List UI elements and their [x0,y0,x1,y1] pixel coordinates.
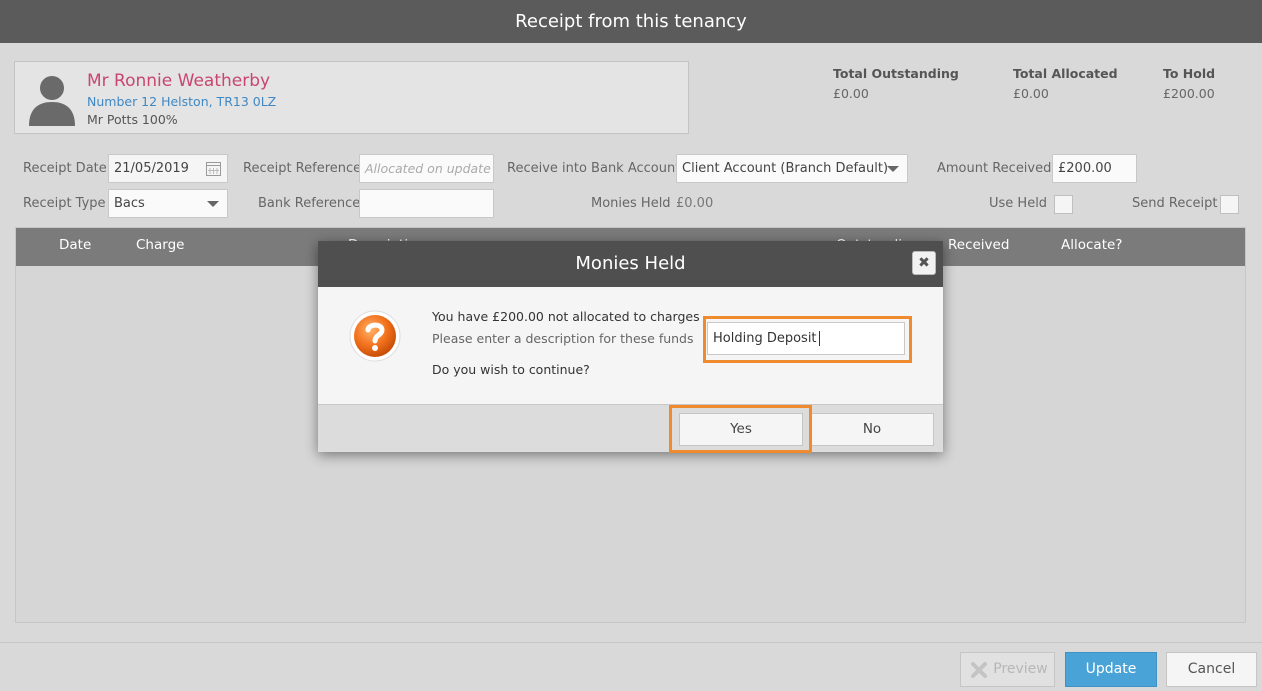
to-hold: To Hold £200.00 [1163,66,1215,101]
preview-x-icon [971,662,987,678]
total-outstanding: Total Outstanding £0.00 [833,66,959,101]
description-prompt: Please enter a description for these fun… [432,331,694,346]
calendar-icon[interactable] [205,160,222,177]
send-receipt-label: Send Receipt [1132,196,1218,211]
funds-description-value: Holding Deposit [713,331,817,346]
user-avatar-icon [29,76,75,126]
receipt-date-label: Receipt Date [23,161,107,176]
receipt-reference-field[interactable]: Allocated on update [359,154,494,183]
monies-held-label: Monies Held [591,196,671,211]
text-cursor [818,331,820,346]
dialog-title: Monies Held [318,241,943,287]
to-hold-value: £200.00 [1163,86,1215,101]
chevron-down-icon [887,166,899,172]
total-outstanding-label: Total Outstanding [833,66,959,81]
chevron-down-icon [207,201,219,207]
bank-account-value: Client Account (Branch Default) [682,161,889,176]
receipt-type-select[interactable]: Bacs [108,189,228,218]
column-charge[interactable]: Charge [136,237,184,253]
bank-reference-label: Bank Reference [258,196,361,211]
bank-account-label: Receive into Bank Account [507,161,681,176]
preview-label: Preview [993,661,1048,677]
receipt-type-label: Receipt Type [23,196,106,211]
amount-received-label: Amount Received [937,161,1052,176]
amount-received-field[interactable]: £200.00 [1052,154,1137,183]
amount-received-value: £200.00 [1058,161,1112,176]
receipt-reference-label: Receipt Reference [243,161,362,176]
tenant-name[interactable]: Mr Ronnie Weatherby [87,71,270,91]
yes-highlight [669,405,812,453]
column-allocate[interactable]: Allocate? [1061,237,1122,253]
receipt-type-value: Bacs [114,196,145,211]
continue-question: Do you wish to continue? [432,362,590,377]
no-button[interactable]: No [810,413,934,446]
cancel-button[interactable]: Cancel [1166,652,1257,687]
preview-button[interactable]: Preview [960,652,1055,687]
column-received[interactable]: Received [948,237,1009,253]
close-icon[interactable]: ✖ [912,251,936,275]
receipt-date-value: 21/05/2019 [114,161,189,176]
tenant-landlord: Mr Potts 100% [87,112,178,127]
receipt-date-field[interactable]: 21/05/2019 [108,154,228,183]
total-allocated-value: £0.00 [1013,86,1049,101]
tenant-card: Mr Ronnie Weatherby Number 12 Helston, T… [14,61,689,134]
total-allocated: Total Allocated £0.00 [1013,66,1118,101]
column-date[interactable]: Date [59,237,91,253]
total-allocated-label: Total Allocated [1013,66,1118,81]
total-outstanding-value: £0.00 [833,86,869,101]
update-button[interactable]: Update [1065,652,1157,687]
receipt-reference-placeholder: Allocated on update [365,161,491,176]
use-held-checkbox[interactable] [1054,195,1073,214]
window-title: Receipt from this tenancy [0,0,1262,43]
funds-description-input[interactable]: Holding Deposit [707,322,905,355]
monies-held-dialog: Monies Held ✖ You have £200.00 not alloc… [318,241,943,453]
dialog-footer: Yes No [318,404,943,452]
use-held-label: Use Held [989,196,1048,211]
send-receipt-checkbox[interactable] [1220,195,1239,214]
bank-account-select[interactable]: Client Account (Branch Default) [676,154,908,183]
monies-held-value: £0.00 [676,196,714,211]
tenant-address[interactable]: Number 12 Helston, TR13 0LZ [87,94,276,109]
bank-reference-field[interactable] [359,189,494,218]
question-icon [349,310,401,362]
footer-bar: Preview Update Cancel [0,642,1262,691]
to-hold-label: To Hold [1163,66,1216,81]
unallocated-message: You have £200.00 not allocated to charge… [432,309,700,324]
